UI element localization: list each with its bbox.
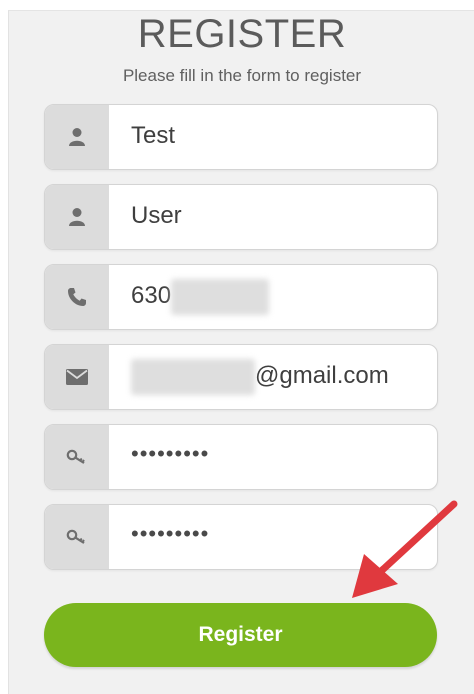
annotation-arrow-icon (352, 500, 458, 598)
phone-icon (45, 265, 109, 329)
phone-field[interactable]: 630 (44, 264, 438, 330)
envelope-icon (45, 345, 109, 409)
phone-value: 630 (131, 282, 172, 309)
redacted-phone-digits (171, 279, 269, 315)
first-name-value: Test (131, 122, 176, 149)
password-value: ••••••••• (131, 441, 210, 466)
page-title: REGISTER (137, 12, 347, 56)
page-subtitle: Please fill in the form to register (122, 66, 362, 85)
register-button[interactable]: Register (44, 603, 437, 667)
email-field[interactable]: @gmail.com (44, 344, 438, 410)
first-name-field[interactable]: Test (44, 104, 438, 170)
redacted-email-user (131, 359, 255, 395)
key-icon (45, 505, 109, 569)
email-value: @gmail.com (255, 362, 389, 389)
last-name-value: User (131, 202, 182, 229)
password-field[interactable]: ••••••••• (44, 424, 438, 490)
last-name-field[interactable]: User (44, 184, 438, 250)
confirm-password-value: ••••••••• (131, 521, 210, 546)
user-icon (45, 105, 109, 169)
user-icon (45, 185, 109, 249)
key-icon (45, 425, 109, 489)
